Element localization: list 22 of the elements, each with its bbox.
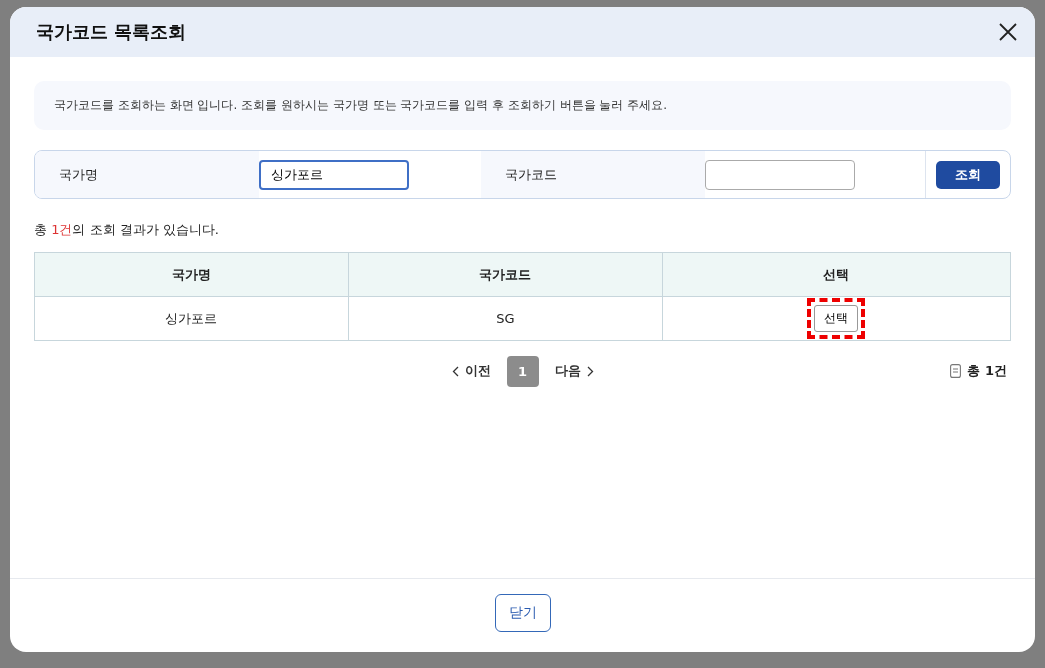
table-cell: SG <box>348 296 663 341</box>
chevron-left-icon <box>451 365 459 377</box>
search-button[interactable]: 조회 <box>936 160 1000 189</box>
field-label: 국가코드 <box>505 165 557 184</box>
select-button[interactable]: 선택 <box>814 305 859 332</box>
info-text: 국가코드를 조회하는 화면 입니다. 조회를 원하시는 국가명 또는 국가코드를 입력 후 조회하기 버튼을 눌러 주세요. <box>54 97 668 114</box>
input-field[interactable] <box>705 159 855 190</box>
column-header: 국가명 <box>34 252 349 297</box>
close-icon[interactable] <box>999 23 1017 41</box>
result-summary: 총 1건의 조회 결과가 있습니다. <box>34 221 220 239</box>
previous-page-link[interactable]: 이전 <box>451 362 491 380</box>
close-button[interactable]: 닫기 <box>494 594 551 632</box>
chevron-right-icon <box>586 365 594 377</box>
table-cell: 싱가포르 <box>34 296 349 341</box>
next-page-link[interactable]: 다음 <box>554 362 594 380</box>
document-icon <box>950 364 962 378</box>
column-header: 선택 <box>662 252 1011 297</box>
input-field[interactable]: 싱가포르 <box>259 159 409 190</box>
column-header: 국가코드 <box>348 252 663 297</box>
field-label: 국가명 <box>59 165 98 184</box>
total-count: 총 1건 <box>967 362 1007 380</box>
dialog-title: 국가코드 목록조회 <box>36 20 187 44</box>
